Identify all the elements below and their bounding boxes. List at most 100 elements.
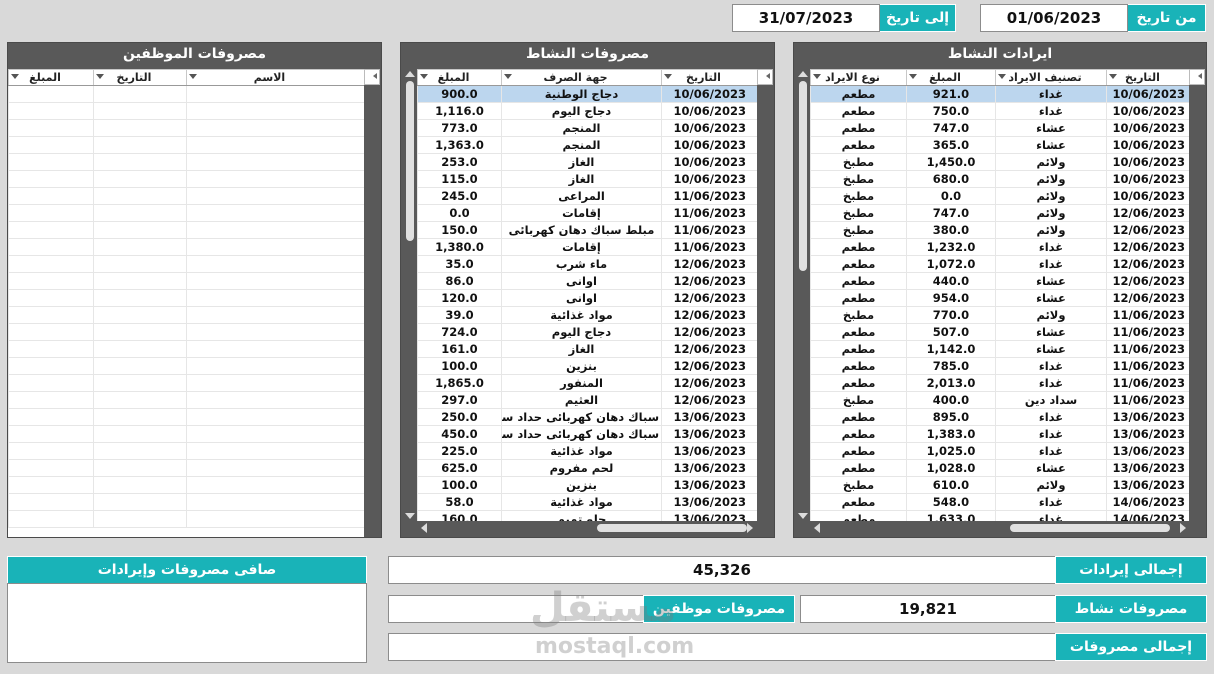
table-cell[interactable]: 13/06/2023 — [661, 408, 757, 426]
table-row[interactable]: 10/06/2023 الغاز 115.0 — [417, 170, 757, 188]
table-cell[interactable]: 0.0 — [417, 204, 502, 222]
table-row[interactable]: 10/06/2023 ولائم 1,450.0 مطبخ — [810, 153, 1190, 171]
table-cell[interactable] — [8, 85, 94, 103]
table-cell[interactable] — [186, 221, 364, 239]
table-cell[interactable] — [186, 119, 364, 137]
table-cell[interactable]: 35.0 — [417, 255, 502, 273]
table-cell[interactable]: 14/06/2023 — [1106, 493, 1190, 511]
table-cell[interactable]: 100.0 — [417, 476, 502, 494]
table-row[interactable] — [8, 119, 364, 137]
table-cell[interactable] — [8, 255, 94, 273]
table-cell[interactable]: المنجم — [501, 119, 662, 137]
table-cell[interactable]: 680.0 — [906, 170, 996, 188]
table-cell[interactable]: ولائم — [995, 170, 1107, 188]
table-row[interactable]: 11/06/2023 ولائم 770.0 مطبخ — [810, 306, 1190, 324]
table-cell[interactable]: حلو تميم — [501, 510, 662, 521]
table-row[interactable]: 13/06/2023 لحم مفروم 625.0 — [417, 459, 757, 477]
filter-dropdown-icon[interactable] — [96, 74, 104, 79]
table-cell[interactable]: 900.0 — [417, 85, 502, 103]
expense-select-all[interactable] — [757, 69, 773, 85]
table-cell[interactable] — [8, 476, 94, 494]
table-cell[interactable]: 750.0 — [906, 102, 996, 120]
table-cell[interactable]: 11/06/2023 — [1106, 391, 1190, 409]
table-cell[interactable]: غداء — [995, 102, 1107, 120]
table-row[interactable]: 13/06/2023 حلو تميم 160.0 — [417, 510, 757, 521]
table-cell[interactable]: مواد غذائية — [501, 306, 662, 324]
table-cell[interactable]: 12/06/2023 — [1106, 255, 1190, 273]
table-cell[interactable]: 13/06/2023 — [661, 425, 757, 443]
table-cell[interactable]: دجاج اليوم — [501, 102, 662, 120]
table-cell[interactable] — [93, 306, 187, 324]
column-header[interactable]: جهة الصرف — [501, 69, 662, 86]
table-cell[interactable] — [93, 442, 187, 460]
scroll-down-arrow-icon[interactable] — [798, 513, 808, 519]
table-cell[interactable] — [8, 391, 94, 409]
table-cell[interactable]: 12/06/2023 — [661, 306, 757, 324]
table-cell[interactable]: 10/06/2023 — [661, 136, 757, 154]
scroll-left-arrow-icon[interactable] — [814, 523, 820, 533]
filter-dropdown-icon[interactable] — [11, 74, 19, 79]
table-cell[interactable]: بنزين — [501, 357, 662, 375]
table-row[interactable]: 12/06/2023 غداء 1,232.0 مطعم — [810, 238, 1190, 256]
table-cell[interactable]: 507.0 — [906, 323, 996, 341]
table-cell[interactable] — [93, 204, 187, 222]
table-cell[interactable] — [8, 204, 94, 222]
table-cell[interactable]: 747.0 — [906, 204, 996, 222]
table-cell[interactable]: لحم مفروم — [501, 459, 662, 477]
table-row[interactable] — [8, 289, 364, 307]
table-cell[interactable]: 12/06/2023 — [1106, 289, 1190, 307]
table-cell[interactable] — [93, 187, 187, 205]
table-cell[interactable]: غداء — [995, 357, 1107, 375]
table-cell[interactable]: 12/06/2023 — [1106, 204, 1190, 222]
table-row[interactable]: 11/06/2023 المراعى 245.0 — [417, 187, 757, 205]
table-cell[interactable]: 11/06/2023 — [661, 221, 757, 239]
table-row[interactable]: 10/06/2023 غداء 750.0 مطعم — [810, 102, 1190, 120]
table-cell[interactable] — [8, 510, 94, 528]
table-row[interactable] — [8, 408, 364, 426]
table-cell[interactable]: 297.0 — [417, 391, 502, 409]
filter-dropdown-icon[interactable] — [189, 74, 197, 79]
column-header[interactable]: التاريخ — [1106, 69, 1190, 86]
expense-horizontal-scrollbar[interactable] — [417, 521, 757, 535]
table-row[interactable] — [8, 255, 364, 273]
table-cell[interactable]: مطبخ — [810, 204, 907, 222]
table-cell[interactable]: 1,142.0 — [906, 340, 996, 358]
table-cell[interactable]: مواد غذائية — [501, 442, 662, 460]
table-cell[interactable]: مواد غذائية — [501, 493, 662, 511]
table-cell[interactable]: المنجم — [501, 136, 662, 154]
table-cell[interactable]: غداء — [995, 442, 1107, 460]
table-cell[interactable] — [93, 510, 187, 528]
table-cell[interactable]: 12/06/2023 — [661, 272, 757, 290]
table-cell[interactable]: 450.0 — [417, 425, 502, 443]
table-cell[interactable]: 773.0 — [417, 119, 502, 137]
table-cell[interactable]: ولائم — [995, 187, 1107, 205]
table-cell[interactable]: 548.0 — [906, 493, 996, 511]
table-cell[interactable]: 12/06/2023 — [661, 340, 757, 358]
table-cell[interactable]: ولائم — [995, 204, 1107, 222]
table-cell[interactable]: مطعم — [810, 255, 907, 273]
table-cell[interactable]: 11/06/2023 — [661, 187, 757, 205]
table-cell[interactable]: 12/06/2023 — [661, 323, 757, 341]
table-cell[interactable]: 625.0 — [417, 459, 502, 477]
table-row[interactable] — [8, 272, 364, 290]
table-cell[interactable]: 954.0 — [906, 289, 996, 307]
table-cell[interactable] — [93, 493, 187, 511]
table-cell[interactable] — [93, 289, 187, 307]
table-row[interactable]: 12/06/2023 ولائم 380.0 مطبخ — [810, 221, 1190, 239]
table-row[interactable] — [8, 493, 364, 511]
table-cell[interactable]: 440.0 — [906, 272, 996, 290]
table-row[interactable] — [8, 476, 364, 494]
table-row[interactable]: 11/06/2023 غداء 2,013.0 مطعم — [810, 374, 1190, 392]
table-cell[interactable]: 0.0 — [906, 187, 996, 205]
table-row[interactable]: 10/06/2023 المنجم 1,363.0 — [417, 136, 757, 154]
table-cell[interactable] — [186, 102, 364, 120]
table-cell[interactable]: 120.0 — [417, 289, 502, 307]
table-row[interactable]: 11/06/2023 غداء 785.0 مطعم — [810, 357, 1190, 375]
table-cell[interactable]: 13/06/2023 — [1106, 425, 1190, 443]
table-cell[interactable]: 13/06/2023 — [1106, 459, 1190, 477]
table-cell[interactable]: 1,383.0 — [906, 425, 996, 443]
table-cell[interactable]: 365.0 — [906, 136, 996, 154]
table-row[interactable] — [8, 340, 364, 358]
table-cell[interactable]: 161.0 — [417, 340, 502, 358]
table-cell[interactable]: 10/06/2023 — [1106, 187, 1190, 205]
